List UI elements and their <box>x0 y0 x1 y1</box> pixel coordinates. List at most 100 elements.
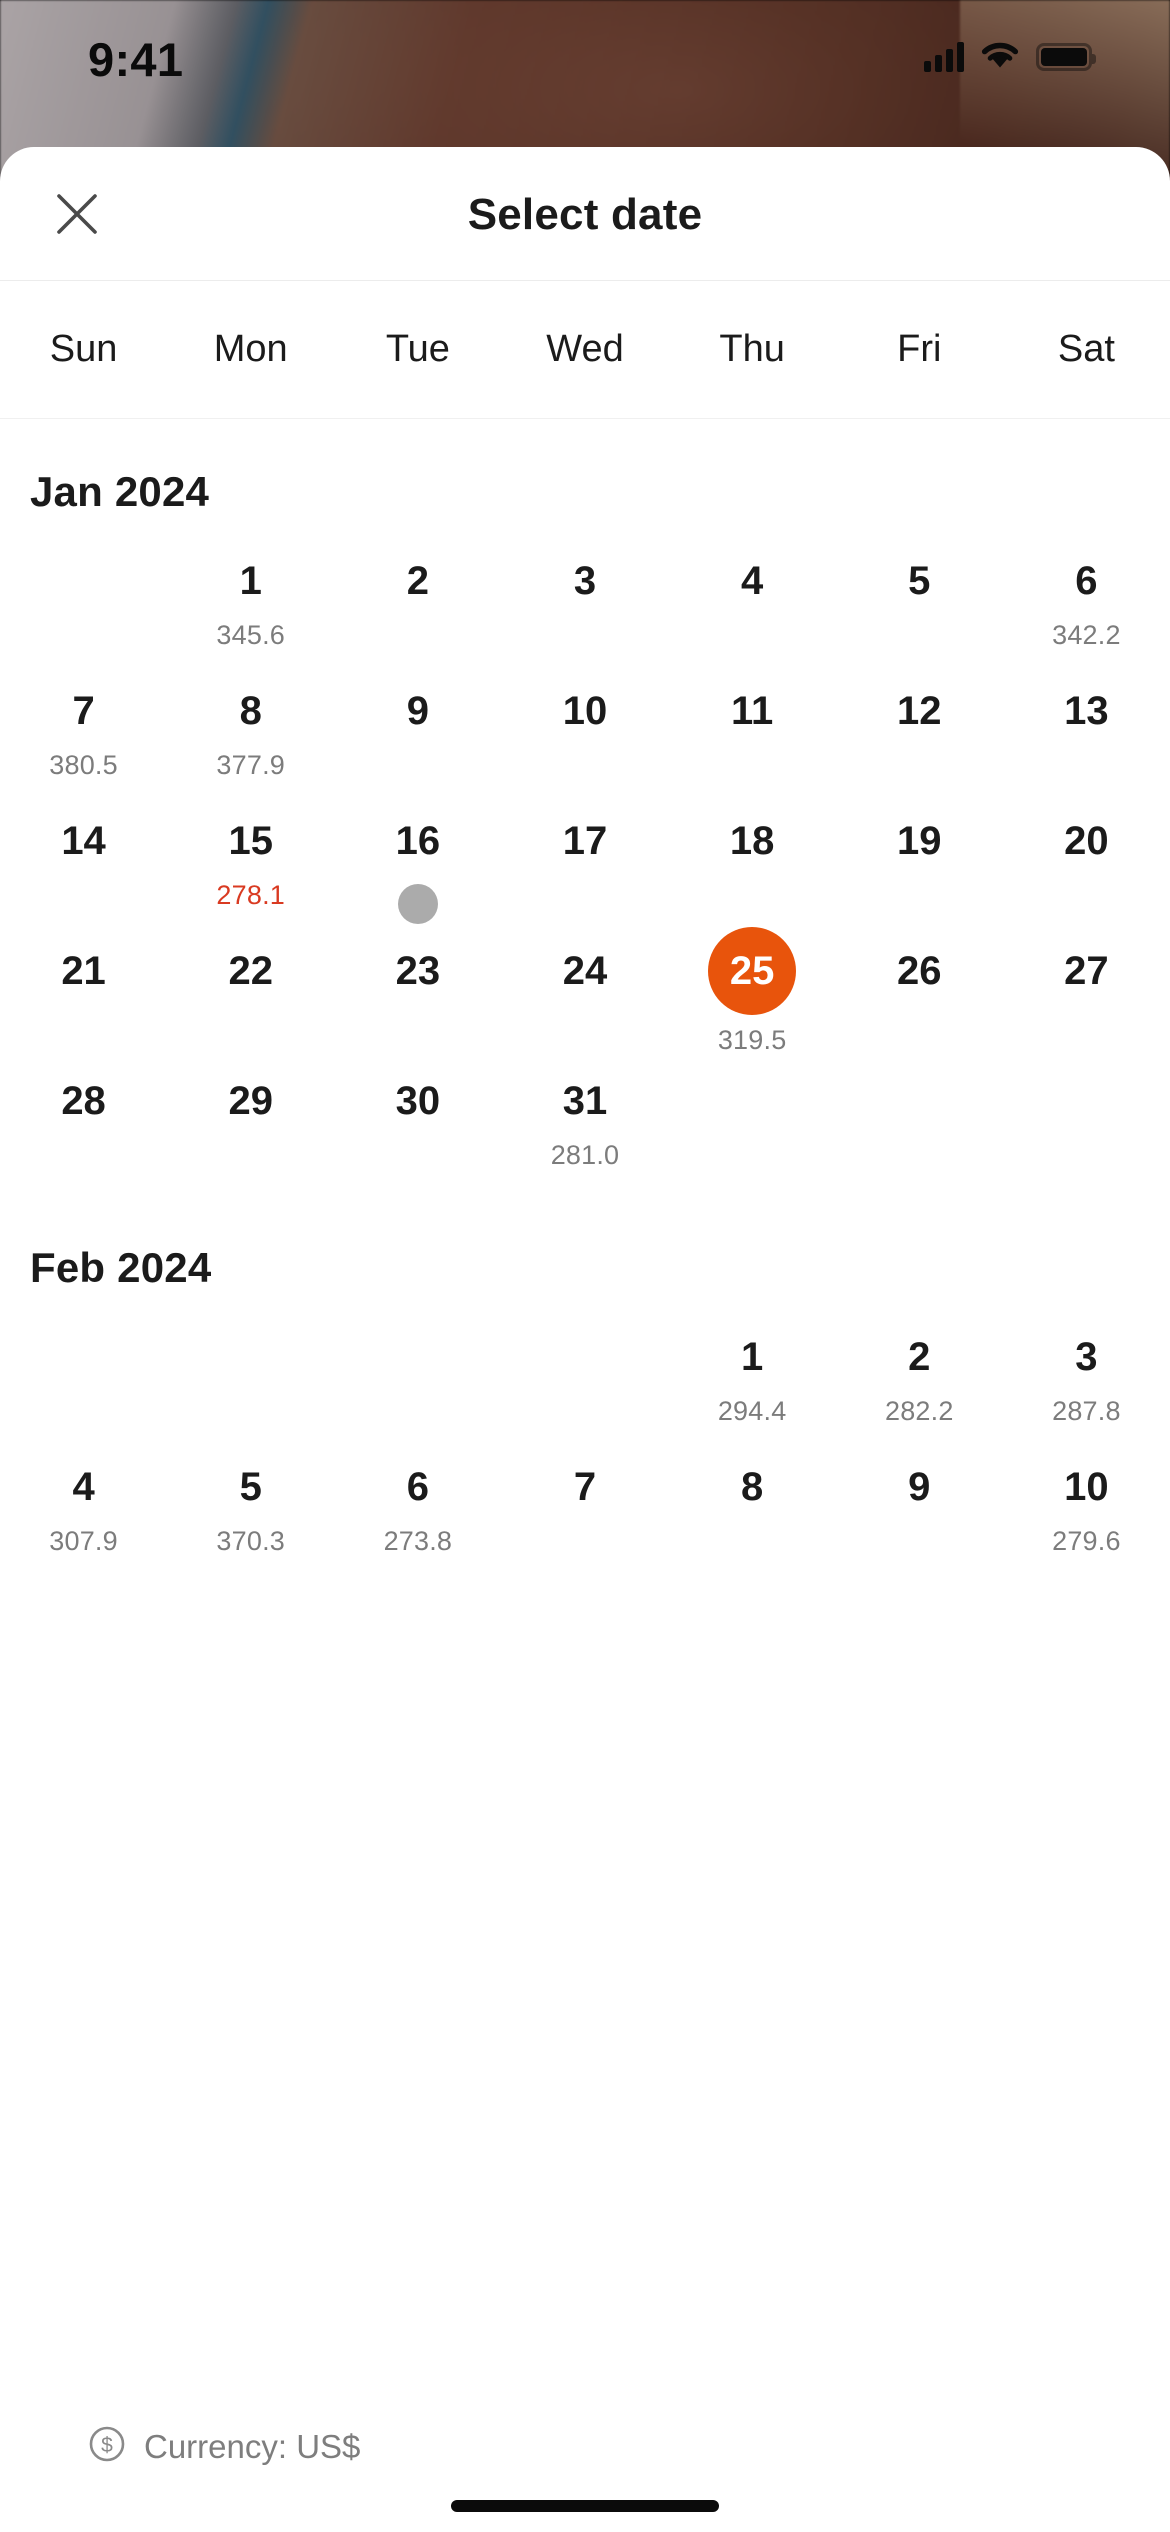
day-number: 10 <box>562 689 608 733</box>
day-number: 9 <box>406 689 429 733</box>
day-number: 8 <box>239 689 262 733</box>
calendar-scroll-area[interactable]: Jan 2024 1 345.6 2 3 4 5 6 342.2 7 380.5 8 377.9 9 10 1… <box>0 420 1170 2417</box>
day-number: 15 <box>228 819 273 863</box>
day-number: 2 <box>908 1335 931 1379</box>
day-cell[interactable]: 1 345.6 <box>167 546 334 676</box>
day-number: 20 <box>1064 819 1109 863</box>
day-cell[interactable]: 1 294.4 <box>669 1322 836 1452</box>
day-number: 8 <box>741 1465 764 1509</box>
week-row: 4 307.9 5 370.3 6 273.8 7 8 9 10 279.6 <box>0 1452 1170 1582</box>
weekday-label-sat: Sat <box>1057 328 1115 370</box>
day-cell[interactable]: 6 342.2 <box>1003 546 1170 676</box>
day-price: 273.8 <box>383 1526 453 1556</box>
day-cell[interactable]: 5 <box>836 546 1003 676</box>
day-cell[interactable]: 7 380.5 <box>0 676 167 806</box>
day-cell[interactable]: 12 <box>836 676 1003 806</box>
svg-text:$: $ <box>101 2434 113 2457</box>
day-number: 29 <box>228 1079 273 1123</box>
day-cell[interactable]: 6 273.8 <box>334 1452 501 1582</box>
day-price: 380.5 <box>49 750 118 780</box>
day-number: 13 <box>1064 689 1109 733</box>
signal-bars-icon <box>924 42 964 72</box>
day-number: 12 <box>897 689 942 733</box>
day-cell[interactable]: 17 <box>501 806 668 936</box>
day-cell[interactable]: 10 <box>501 676 668 806</box>
day-number: 4 <box>72 1465 95 1509</box>
day-cell[interactable]: 2 282.2 <box>836 1322 1003 1452</box>
week-row: 28 29 30 31 281.0 <box>0 1066 1170 1196</box>
day-number: 14 <box>61 819 106 863</box>
sheet-header: Select date <box>0 147 1170 281</box>
day-number: 28 <box>61 1079 106 1123</box>
day-number: 18 <box>729 819 775 863</box>
day-number: 21 <box>61 949 106 993</box>
day-number: 27 <box>1064 949 1109 993</box>
day-cell[interactable]: 3 <box>501 546 668 676</box>
week-row: 21 22 23 24 25 319.5 26 27 <box>0 927 1170 1066</box>
price-loading-dot-icon <box>397 884 438 924</box>
week-row: 7 380.5 8 377.9 9 10 11 12 13 <box>0 676 1170 806</box>
currency-selector[interactable]: $ Currency: US$ <box>88 2425 360 2468</box>
day-number: 7 <box>573 1465 597 1509</box>
day-cell[interactable]: 24 <box>501 936 668 1066</box>
day-cell[interactable]: 19 <box>836 806 1003 936</box>
day-cell[interactable]: 14 <box>0 806 167 936</box>
day-price: 282.2 <box>884 1396 954 1426</box>
day-number: 30 <box>395 1079 441 1123</box>
day-price: 281.0 <box>550 1140 620 1170</box>
day-cell[interactable]: 16 <box>334 806 501 936</box>
day-cell[interactable]: 9 <box>334 676 501 806</box>
day-number: 10 <box>1064 1465 1109 1509</box>
day-price: 342.2 <box>1052 620 1121 650</box>
day-cell[interactable]: 8 377.9 <box>167 676 334 806</box>
day-number: 17 <box>562 819 608 863</box>
day-cell-selected[interactable]: 25 319.5 <box>669 927 836 1066</box>
month-block: Jan 2024 1 345.6 2 3 4 5 6 342.2 7 380.5 8 377.9 9 10 1… <box>0 420 1170 1196</box>
day-price: 294.4 <box>717 1396 787 1426</box>
day-cell[interactable]: 23 <box>334 936 501 1066</box>
day-cell[interactable]: 2 <box>334 546 501 676</box>
day-price: 287.8 <box>1052 1396 1121 1426</box>
day-cell[interactable]: 5 370.3 <box>167 1452 334 1582</box>
day-cell[interactable]: 7 <box>501 1452 668 1582</box>
day-number: 5 <box>239 1465 262 1509</box>
day-cell[interactable]: 10 279.6 <box>1003 1452 1170 1582</box>
day-cell[interactable]: 21 <box>0 936 167 1066</box>
day-cell[interactable]: 8 <box>669 1452 836 1582</box>
day-number: 26 <box>897 949 942 993</box>
day-cell[interactable]: 9 <box>836 1452 1003 1582</box>
page-title: Select date <box>467 190 703 239</box>
day-number: 2 <box>406 559 429 603</box>
day-cell[interactable]: 22 <box>167 936 334 1066</box>
day-number: 23 <box>395 949 441 993</box>
day-cell[interactable]: 26 <box>836 936 1003 1066</box>
day-cell[interactable]: 20 <box>1003 806 1170 936</box>
day-number: 6 <box>406 1465 429 1509</box>
day-price: 345.6 <box>216 620 285 650</box>
day-cell[interactable]: 31 281.0 <box>501 1066 668 1196</box>
day-cell[interactable]: 11 <box>669 676 836 806</box>
day-price: 319.5 <box>717 1025 787 1055</box>
day-cell[interactable]: 15 278.1 <box>167 806 334 936</box>
day-number: 16 <box>395 819 441 863</box>
day-cell[interactable]: 28 <box>0 1066 167 1196</box>
day-number: 5 <box>908 559 931 603</box>
day-cell[interactable]: 4 307.9 <box>0 1452 167 1582</box>
weekday-label-tue: Tue <box>385 328 450 370</box>
day-number: 24 <box>562 949 608 993</box>
day-cell[interactable]: 18 <box>669 806 836 936</box>
week-row: 14 15 278.1 16 17 18 19 20 <box>0 806 1170 936</box>
day-price: 370.3 <box>216 1526 285 1556</box>
select-date-sheet: Select date Sun Mon Tue Wed Thu Fri Sat … <box>0 147 1170 2532</box>
day-number: 1 <box>239 559 262 603</box>
currency-label: Currency: US$ <box>144 2427 361 2465</box>
day-cell[interactable]: 4 <box>669 546 836 676</box>
day-cell[interactable]: 3 287.8 <box>1003 1322 1170 1452</box>
day-cell[interactable]: 30 <box>334 1066 501 1196</box>
day-cell[interactable]: 13 <box>1003 676 1170 806</box>
day-number: 4 <box>741 559 764 603</box>
day-cell[interactable]: 29 <box>167 1066 334 1196</box>
day-number: 6 <box>1075 559 1098 603</box>
currency-dollar-circle-icon: $ <box>88 2425 126 2468</box>
day-cell[interactable]: 27 <box>1003 936 1170 1066</box>
